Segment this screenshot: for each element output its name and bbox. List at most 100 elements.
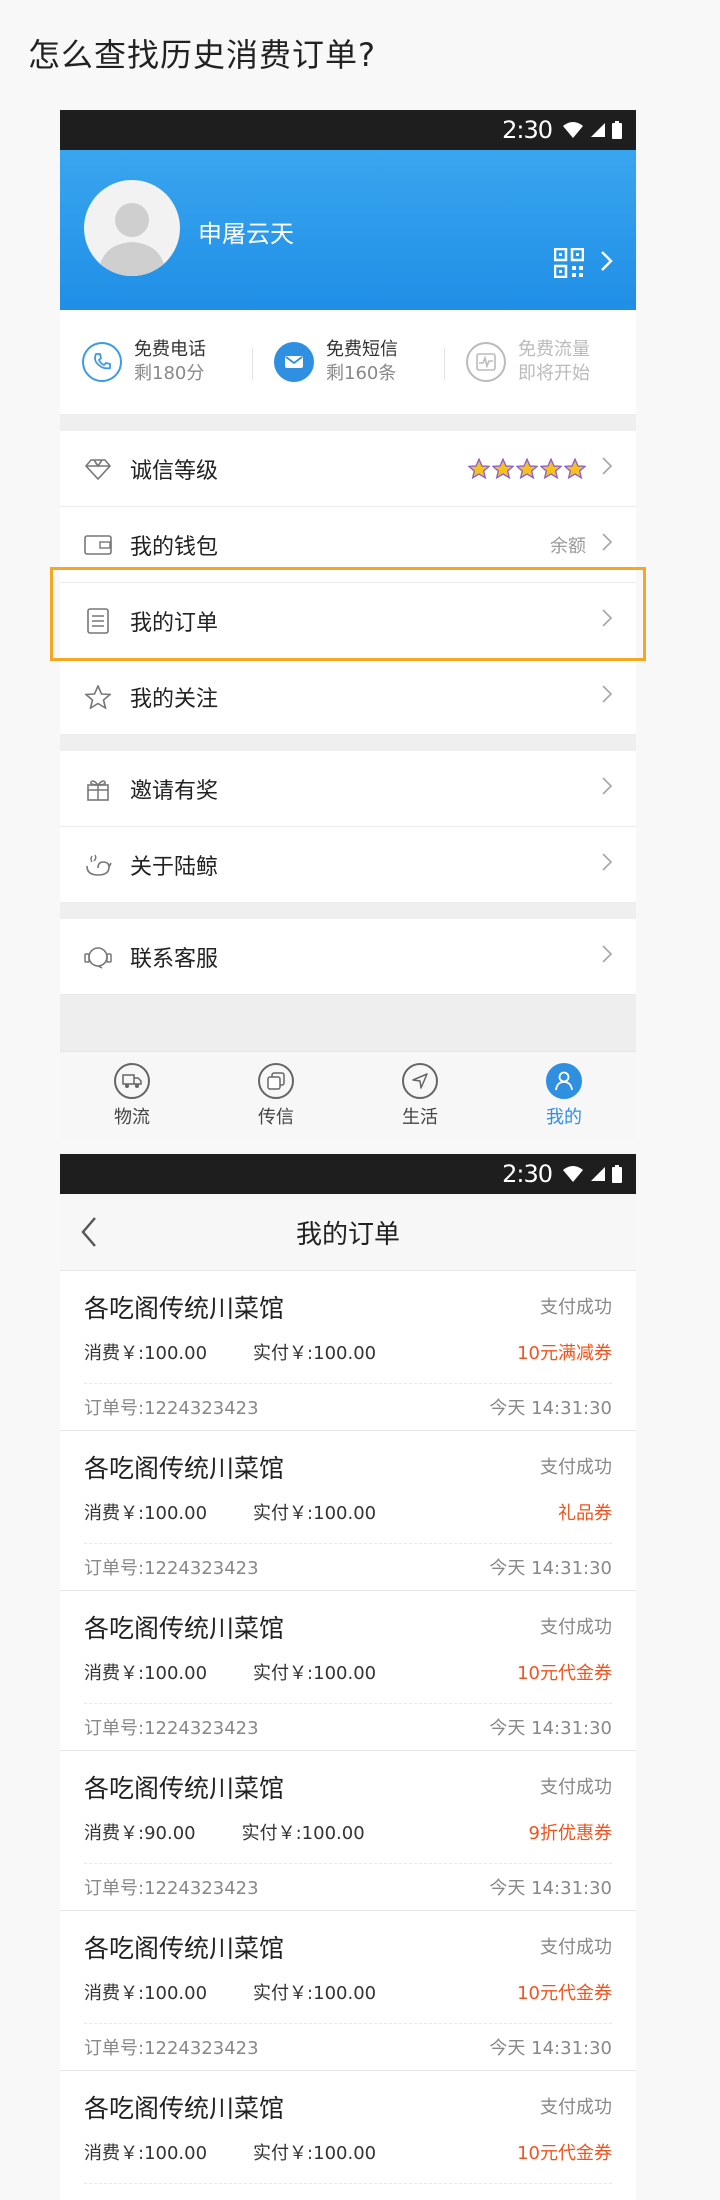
order-amounts: 消费￥:100.00 实付￥:100.00: [84, 1659, 376, 1685]
order-consume: 消费￥:100.00: [84, 1343, 208, 1364]
traffic-icon: [466, 342, 506, 382]
order-time: 今天 14:31:30: [489, 2038, 612, 2059]
nav-mine[interactable]: 我的: [492, 1052, 636, 1140]
order-card[interactable]: 各吃阁传统川菜馆 支付成功 消费￥:90.00 实付￥:100.00 9折优惠券 …: [60, 1751, 636, 1911]
nav-logistics[interactable]: 物流: [60, 1052, 204, 1140]
menu-label: 我的钱包: [130, 534, 219, 560]
order-shop-name: 各吃阁传统川菜馆: [84, 1614, 285, 1643]
menu-customer-service[interactable]: 联系客服: [60, 919, 636, 995]
quota-sub: 剩160条: [326, 363, 397, 384]
order-status: 支付成功: [540, 1297, 612, 1318]
order-amounts: 消费￥:100.00 实付￥:100.00: [84, 1979, 376, 2005]
order-time: 今天 14:31:30: [489, 1398, 612, 1419]
order-paid: 实付￥:100.00: [253, 1503, 377, 1524]
order-card[interactable]: 各吃阁传统川菜馆 支付成功 消费￥:100.00 实付￥:100.00 10元满减…: [60, 1271, 636, 1431]
order-consume: 消费￥:100.00: [84, 1503, 208, 1524]
profile-header[interactable]: 申屠云天: [60, 150, 636, 310]
order-card[interactable]: 各吃阁传统川菜馆 支付成功 消费￥:100.00 实付￥:100.00 10元代金…: [60, 1911, 636, 2071]
star-icon: [564, 458, 586, 479]
menu-wallet[interactable]: 我的钱包 余额: [60, 507, 636, 583]
menu-my-orders[interactable]: 我的订单: [60, 583, 636, 659]
star-icon: [468, 458, 490, 479]
order-card[interactable]: 各吃阁传统川菜馆 支付成功 消费￥:100.00 实付￥:100.00 10元代金…: [60, 2071, 636, 2200]
message-icon: [258, 1063, 294, 1099]
wifi-icon: [563, 1166, 583, 1182]
order-paid: 实付￥:100.00: [253, 2143, 377, 2164]
quota-phone[interactable]: 免费电话 剩180分: [60, 338, 252, 386]
order-status: 支付成功: [540, 1457, 612, 1478]
order-consume: 消费￥:90.00: [84, 1823, 196, 1844]
avatar[interactable]: [84, 180, 180, 276]
nav-label: 我的: [546, 1107, 582, 1128]
chevron-right-icon: [602, 684, 613, 709]
order-paid: 实付￥:100.00: [253, 1983, 377, 2004]
menu-label: 联系客服: [130, 946, 219, 972]
order-list: 各吃阁传统川菜馆 支付成功 消费￥:100.00 实付￥:100.00 10元满减…: [60, 1271, 636, 2200]
bottom-nav: 物流 传信 生活 我的: [60, 1051, 636, 1140]
quota-traffic[interactable]: 免费流量 即将开始: [444, 338, 636, 386]
menu-label: 我的关注: [130, 686, 219, 712]
order-amounts: 消费￥:100.00 实付￥:100.00: [84, 2139, 376, 2165]
nav-label: 生活: [402, 1107, 438, 1128]
order-card[interactable]: 各吃阁传统川菜馆 支付成功 消费￥:100.00 实付￥:100.00 10元代金…: [60, 1591, 636, 1751]
order-shop-name: 各吃阁传统川菜馆: [84, 2094, 285, 2123]
quota-title: 免费短信: [326, 339, 398, 360]
order-amounts: 消费￥:90.00 实付￥:100.00: [84, 1819, 365, 1845]
nav-message[interactable]: 传信: [204, 1052, 348, 1140]
menu-my-follows[interactable]: 我的关注: [60, 659, 636, 735]
order-status: 支付成功: [540, 1937, 612, 1958]
star-icon: [516, 458, 538, 479]
order-coupon: 10元代金券: [517, 1983, 612, 2004]
order-time: 今天 14:31:30: [489, 1878, 612, 1899]
order-time: 今天 14:31:30: [489, 1718, 612, 1739]
truck-icon: [114, 1063, 150, 1099]
orders-titlebar: 我的订单: [60, 1194, 636, 1271]
orders-screen: 2:30 我的订单 各吃阁传统川菜馆 支付成功 消费￥:100.00 实付￥:10…: [60, 1154, 636, 2200]
user-icon: [546, 1063, 582, 1099]
avatar-silhouette-icon: [98, 203, 166, 276]
wallet-balance-label: 余额: [550, 535, 586, 557]
qr-code-icon[interactable]: [554, 248, 584, 278]
list-icon: [82, 607, 114, 634]
quota-sms[interactable]: 免费短信 剩160条: [252, 338, 444, 386]
chevron-right-icon: [602, 456, 613, 481]
status-bar: 2:30: [60, 110, 636, 150]
signal-icon: [591, 1167, 605, 1181]
menu-invite[interactable]: 邀请有奖: [60, 751, 636, 827]
gift-icon: [82, 777, 114, 801]
status-time: 2:30: [502, 1160, 553, 1188]
battery-icon: [612, 1165, 622, 1183]
nav-life[interactable]: 生活: [348, 1052, 492, 1140]
order-time: 今天 14:31:30: [489, 1558, 612, 1579]
order-number: 订单号:1224323423: [84, 2038, 259, 2059]
menu-about[interactable]: 关于陆鲸: [60, 827, 636, 903]
order-coupon: 10元代金券: [517, 1663, 612, 1684]
order-consume: 消费￥:100.00: [84, 1663, 208, 1684]
order-shop-name: 各吃阁传统川菜馆: [84, 1294, 285, 1323]
chevron-right-icon: [602, 944, 613, 969]
order-card[interactable]: 各吃阁传统川菜馆 支付成功 消费￥:100.00 实付￥:100.00 礼品券 订…: [60, 1431, 636, 1591]
quota-sub: 剩180分: [134, 363, 205, 384]
status-time: 2:30: [502, 116, 553, 144]
chevron-right-icon: [602, 608, 613, 633]
chevron-right-icon: [602, 776, 613, 801]
section-divider: [60, 415, 636, 431]
signal-icon: [591, 123, 605, 137]
quota-title: 免费电话: [134, 339, 206, 360]
empty-area: [60, 995, 636, 1051]
order-coupon: 礼品券: [558, 1503, 612, 1524]
credit-stars: [468, 458, 586, 479]
star-outline-icon: [82, 684, 114, 709]
headset-icon: [82, 944, 114, 970]
chevron-right-icon: [602, 532, 613, 557]
back-arrow-icon[interactable]: [80, 1216, 98, 1248]
chevron-right-icon[interactable]: [600, 250, 614, 272]
wifi-icon: [563, 122, 583, 138]
order-paid: 实付￥:100.00: [241, 1823, 365, 1844]
order-coupon: 10元满减券: [517, 1343, 612, 1364]
chevron-right-icon: [602, 852, 613, 877]
menu-credit-level[interactable]: 诚信等级: [60, 431, 636, 507]
wallet-icon: [82, 534, 114, 555]
quota-title: 免费流量: [518, 339, 590, 360]
order-amounts: 消费￥:100.00 实付￥:100.00: [84, 1499, 376, 1525]
